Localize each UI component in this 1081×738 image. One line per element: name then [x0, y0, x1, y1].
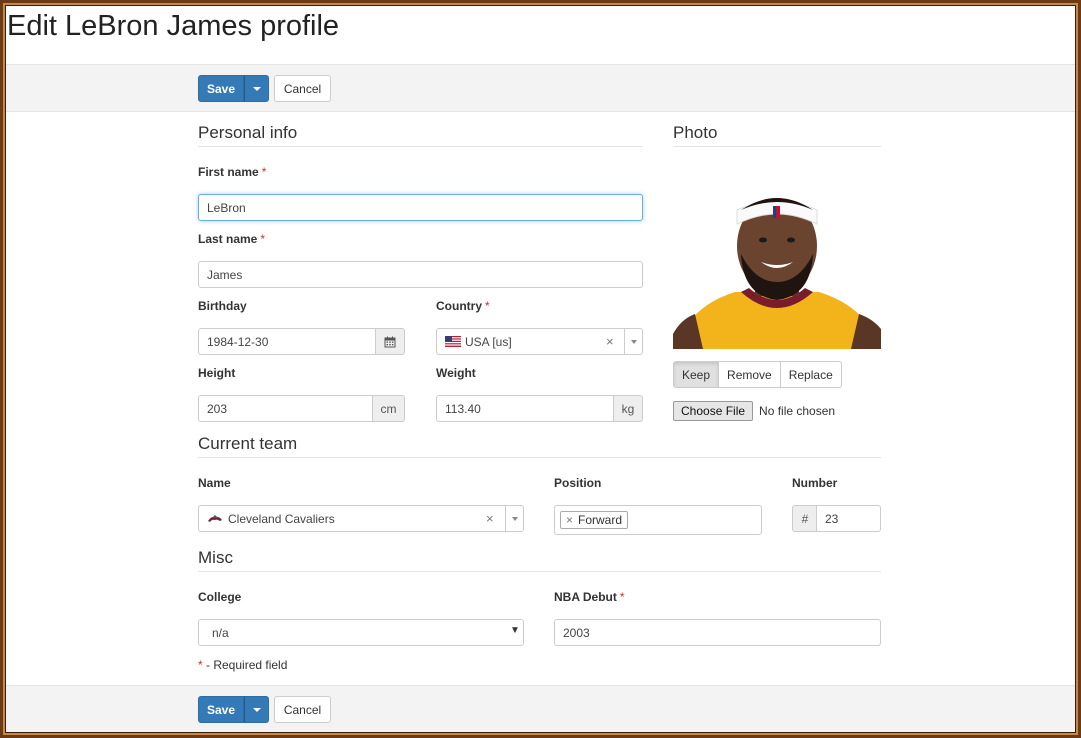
photo-replace-button[interactable]: Replace — [780, 361, 842, 388]
save-button[interactable]: Save — [198, 696, 244, 723]
save-button-group: Save Cancel — [198, 696, 331, 723]
nba-debut-value: 2003 — [563, 625, 590, 640]
weight-unit: kg — [613, 395, 643, 422]
photo-action-group: Keep Remove Replace — [673, 361, 842, 388]
nba-debut-label-text: NBA Debut — [554, 590, 617, 604]
nba-debut-label: NBA Debut * — [554, 590, 625, 604]
last-name-label-text: Last name — [198, 232, 258, 246]
dropdown-arrow-icon — [630, 339, 637, 344]
required-marker: * — [485, 299, 490, 313]
divider — [198, 571, 881, 572]
height-value: 203 — [207, 401, 228, 416]
top-toolbar: Save Cancel — [6, 64, 1075, 112]
last-name-label: Last name * — [198, 232, 265, 246]
choose-file-button[interactable]: Choose File — [673, 401, 754, 421]
weight-value: 113.40 — [445, 401, 481, 416]
cancel-button[interactable]: Cancel — [274, 75, 331, 102]
first-name-input[interactable]: LeBron — [198, 194, 643, 221]
save-options-dropdown[interactable] — [244, 75, 269, 102]
us-flag-icon — [445, 336, 461, 347]
number-label: Number — [792, 476, 838, 490]
file-input: Choose File No file chosen — [673, 401, 835, 421]
required-marker: * — [261, 165, 267, 179]
save-button-group: Save Cancel — [198, 75, 331, 102]
team-name-select[interactable]: Cleveland Cavaliers — [198, 505, 524, 532]
no-file-text: No file chosen — [759, 404, 836, 418]
misc-heading: Misc — [198, 548, 233, 567]
team-clear-icon[interactable]: × — [486, 511, 494, 526]
cavaliers-logo-icon — [208, 514, 222, 522]
last-name-input[interactable]: James — [198, 261, 643, 288]
divider — [198, 146, 643, 147]
number-value: 23 — [825, 511, 839, 526]
weight-input[interactable]: 113.40 — [436, 395, 614, 422]
personal-info-heading: Personal info — [198, 123, 298, 142]
birthday-label: Birthday — [198, 299, 247, 313]
tag-remove-icon[interactable]: × — [566, 513, 573, 527]
position-tag-label: Forward — [578, 513, 623, 527]
country-label-text: Country — [436, 299, 482, 313]
position-label: Position — [554, 476, 602, 490]
caret-down-icon — [252, 707, 261, 712]
player-photo — [673, 184, 881, 349]
required-footnote: * - Required field — [198, 658, 287, 672]
caret-down-icon — [252, 86, 261, 91]
photo-remove-button[interactable]: Remove — [719, 361, 781, 388]
birthday-calendar-button[interactable] — [375, 328, 405, 355]
bottom-toolbar: Save Cancel — [6, 685, 1075, 732]
photo-heading: Photo — [673, 123, 718, 142]
birthday-input[interactable]: 1984-12-30 — [198, 328, 376, 355]
height-unit: cm — [372, 395, 405, 422]
team-name-label: Name — [198, 476, 231, 490]
required-marker: * — [260, 232, 266, 246]
divider — [673, 146, 881, 147]
number-input[interactable]: 23 — [816, 505, 881, 532]
first-name-label-text: First name — [198, 165, 259, 179]
last-name-value: James — [207, 267, 243, 282]
page-title: Edit LeBron James profile — [7, 10, 340, 42]
first-name-label: First name * — [198, 165, 266, 179]
country-value: USA [us] — [465, 334, 512, 349]
page: Edit LeBron James profile Save Cancel Pe… — [5, 5, 1076, 733]
position-tag[interactable]: × Forward — [560, 511, 629, 529]
college-value: n/a — [212, 625, 229, 640]
team-name-value: Cleveland Cavaliers — [228, 511, 335, 526]
dropdown-arrow-icon — [511, 516, 518, 521]
required-marker: * — [619, 590, 625, 604]
college-label: College — [198, 590, 242, 604]
calendar-icon — [384, 336, 396, 347]
country-label: Country * — [436, 299, 490, 313]
footnote-marker: * — [198, 658, 203, 672]
number-prefix: # — [792, 505, 818, 532]
country-clear-icon[interactable]: × — [606, 334, 614, 349]
birthday-value: 1984-12-30 — [207, 334, 269, 349]
position-multiselect[interactable]: × Forward — [554, 505, 762, 535]
footnote-text: - Required field — [206, 658, 288, 672]
nba-debut-input[interactable]: 2003 — [554, 619, 881, 646]
height-label: Height — [198, 366, 236, 380]
team-dropdown-toggle[interactable] — [505, 506, 523, 531]
current-team-heading: Current team — [198, 434, 298, 453]
save-options-dropdown[interactable] — [244, 696, 269, 723]
select-arrow-icon: ▼ — [510, 625, 520, 636]
divider — [198, 457, 881, 458]
weight-label: Weight — [436, 366, 476, 380]
height-input[interactable]: 203 — [198, 395, 373, 422]
cancel-button[interactable]: Cancel — [274, 696, 331, 723]
college-select[interactable]: n/a — [198, 619, 524, 646]
player-photo-image — [673, 184, 881, 349]
photo-keep-button[interactable]: Keep — [673, 361, 720, 388]
save-button[interactable]: Save — [198, 75, 244, 102]
country-dropdown-toggle[interactable] — [624, 329, 642, 354]
first-name-value: LeBron — [207, 200, 246, 215]
